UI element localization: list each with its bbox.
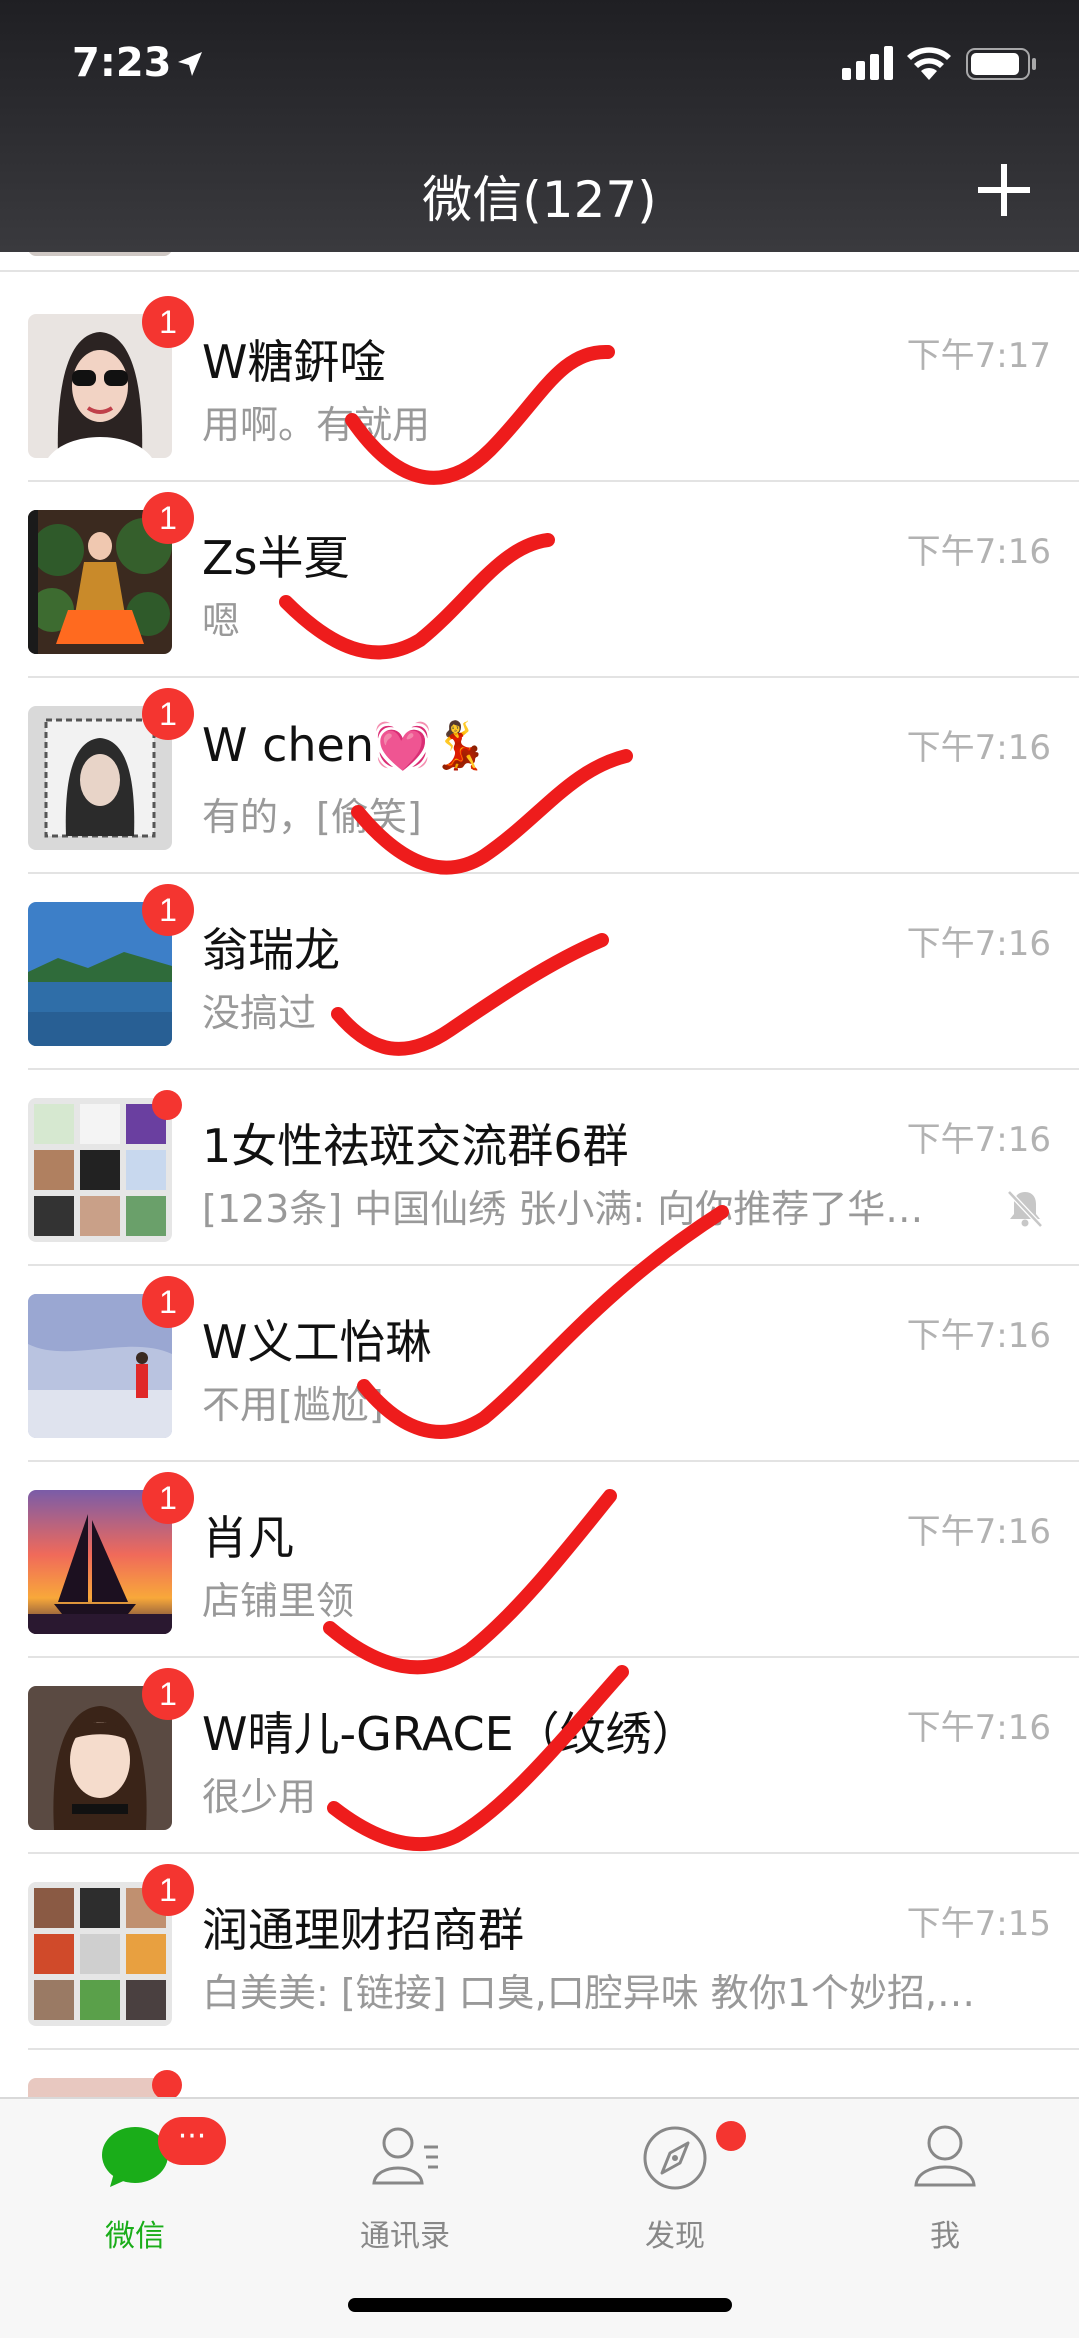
chat-last-message: 不用[尴尬] xyxy=(202,1383,384,1427)
chat-last-message: 没搞过 xyxy=(202,991,317,1035)
chat-time: 下午7:16 xyxy=(906,924,1051,964)
chat-name: 翁瑞龙 xyxy=(202,923,340,977)
contacts-person-icon xyxy=(372,2127,438,2185)
mute-bell-icon xyxy=(1007,1190,1043,1228)
chat-row[interactable]: 1 W义工怡琳 不用[尴尬] 下午7:16 xyxy=(0,1266,1079,1462)
chat-name: 肖凡 xyxy=(202,1511,294,1565)
compass-icon xyxy=(643,2126,707,2190)
chat-last-message: 嗯 xyxy=(202,599,241,643)
chat-row[interactable]: 1 肖凡 店铺里领 下午7:16 xyxy=(0,1462,1079,1658)
chat-last-message: 很少用 xyxy=(202,1775,317,1819)
chat-row[interactable]: 1 翁瑞龙 没搞过 下午7:16 xyxy=(0,874,1079,1070)
unread-badge: 1 xyxy=(142,492,194,544)
page-title: 微信(127) xyxy=(422,171,657,229)
me-person-icon xyxy=(914,2125,976,2187)
location-arrow-icon xyxy=(178,52,202,76)
chat-last-message: 店铺里领 xyxy=(202,1579,355,1623)
chat-name: 润通理财招商群 xyxy=(202,1903,524,1957)
tab-contacts[interactable]: 通讯录 xyxy=(270,2099,540,2299)
chat-last-message: 有的，[偷笑] xyxy=(202,795,422,839)
chat-time: 下午7:16 xyxy=(906,1120,1051,1160)
chat-row-partial[interactable] xyxy=(0,252,1079,272)
status-time: 7:23 xyxy=(72,40,172,86)
chat-name: W晴儿-GRACE（纹绣） xyxy=(202,1707,698,1761)
tab-badge: ··· xyxy=(158,2117,226,2165)
home-indicator[interactable] xyxy=(348,2298,732,2312)
chat-time: 下午7:16 xyxy=(906,532,1051,572)
cellular-signal-icon xyxy=(842,46,893,80)
chat-time: 下午7:16 xyxy=(906,1316,1051,1356)
unread-badge: 1 xyxy=(142,296,194,348)
chat-time: 下午7:17 xyxy=(906,336,1051,376)
chat-row[interactable]: 1 Zs半夏 嗯 下午7:16 xyxy=(0,482,1079,678)
chat-list[interactable]: 1 W糖銒唫 用啊。有就用 下午7:17 1 Zs半夏 嗯 下午7:16 1 W… xyxy=(0,252,1079,2097)
chat-time: 下午7:16 xyxy=(906,728,1051,768)
wechat-screen: 7:23 微信(127) 1 W糖銒唫 用啊。有就用 下午7:17 1 Zs半夏… xyxy=(0,0,1079,2338)
chat-name: 1女性祛斑交流群6群 xyxy=(202,1119,629,1173)
chat-name: W义工怡琳 xyxy=(202,1315,432,1369)
chat-last-message: 白美美: [链接] 口臭,口腔异味 教你1个妙招,… xyxy=(202,1971,976,2015)
tab-label: 我 xyxy=(930,2219,960,2254)
unread-dot xyxy=(152,2070,182,2097)
tab-me[interactable]: 我 xyxy=(810,2099,1079,2299)
chat-row[interactable]: 1女性祛斑交流群6群 [123条] 中国仙绣 张小满: 向你推荐了华… 下午7:… xyxy=(0,1070,1079,1266)
unread-badge: 1 xyxy=(142,688,194,740)
unread-badge: 1 xyxy=(142,1276,194,1328)
chat-row[interactable]: 1 W晴儿-GRACE（纹绣） 很少用 下午7:16 xyxy=(0,1658,1079,1854)
chat-row-partial[interactable] xyxy=(0,2050,1079,2097)
wifi-icon xyxy=(907,47,951,80)
unread-badge: 1 xyxy=(142,884,194,936)
chat-last-message: [123条] 中国仙绣 张小满: 向你推荐了华… xyxy=(202,1187,924,1231)
battery-icon xyxy=(966,48,1036,80)
group-avatar xyxy=(28,1098,172,1242)
chat-name: W糖銒唫 xyxy=(202,335,386,389)
chat-row[interactable]: 1 润通理财招商群 白美美: [链接] 口臭,口腔异味 教你1个妙招,… 下午7… xyxy=(0,1854,1079,2050)
chat-last-message: 用啊。有就用 xyxy=(202,403,431,447)
unread-dot xyxy=(152,1090,182,1120)
tab-discover[interactable]: 发现 xyxy=(540,2099,810,2299)
unread-badge: 1 xyxy=(142,1668,194,1720)
unread-badge: 1 xyxy=(142,1472,194,1524)
chat-time: 下午7:15 xyxy=(906,1904,1051,1944)
tab-label: 通讯录 xyxy=(360,2219,450,2254)
chat-name: Zs半夏 xyxy=(202,531,350,585)
chat-name: W chen💓💃 xyxy=(202,718,489,772)
avatar xyxy=(28,2078,172,2097)
nav-header: 7:23 微信(127) xyxy=(0,0,1079,252)
tab-chats[interactable]: ··· 微信 xyxy=(0,2099,270,2299)
tab-unread-dot xyxy=(716,2121,746,2151)
unread-badge: 1 xyxy=(142,1864,194,1916)
chat-row[interactable]: 1 W chen💓💃 有的，[偷笑] 下午7:16 xyxy=(0,678,1079,874)
chat-row[interactable]: 1 W糖銒唫 用啊。有就用 下午7:17 xyxy=(0,286,1079,482)
add-plus-icon[interactable] xyxy=(974,160,1034,220)
tab-label: 微信 xyxy=(105,2219,165,2254)
tab-label: 发现 xyxy=(645,2219,705,2254)
chat-time: 下午7:16 xyxy=(906,1708,1051,1748)
chat-time: 下午7:16 xyxy=(906,1512,1051,1552)
